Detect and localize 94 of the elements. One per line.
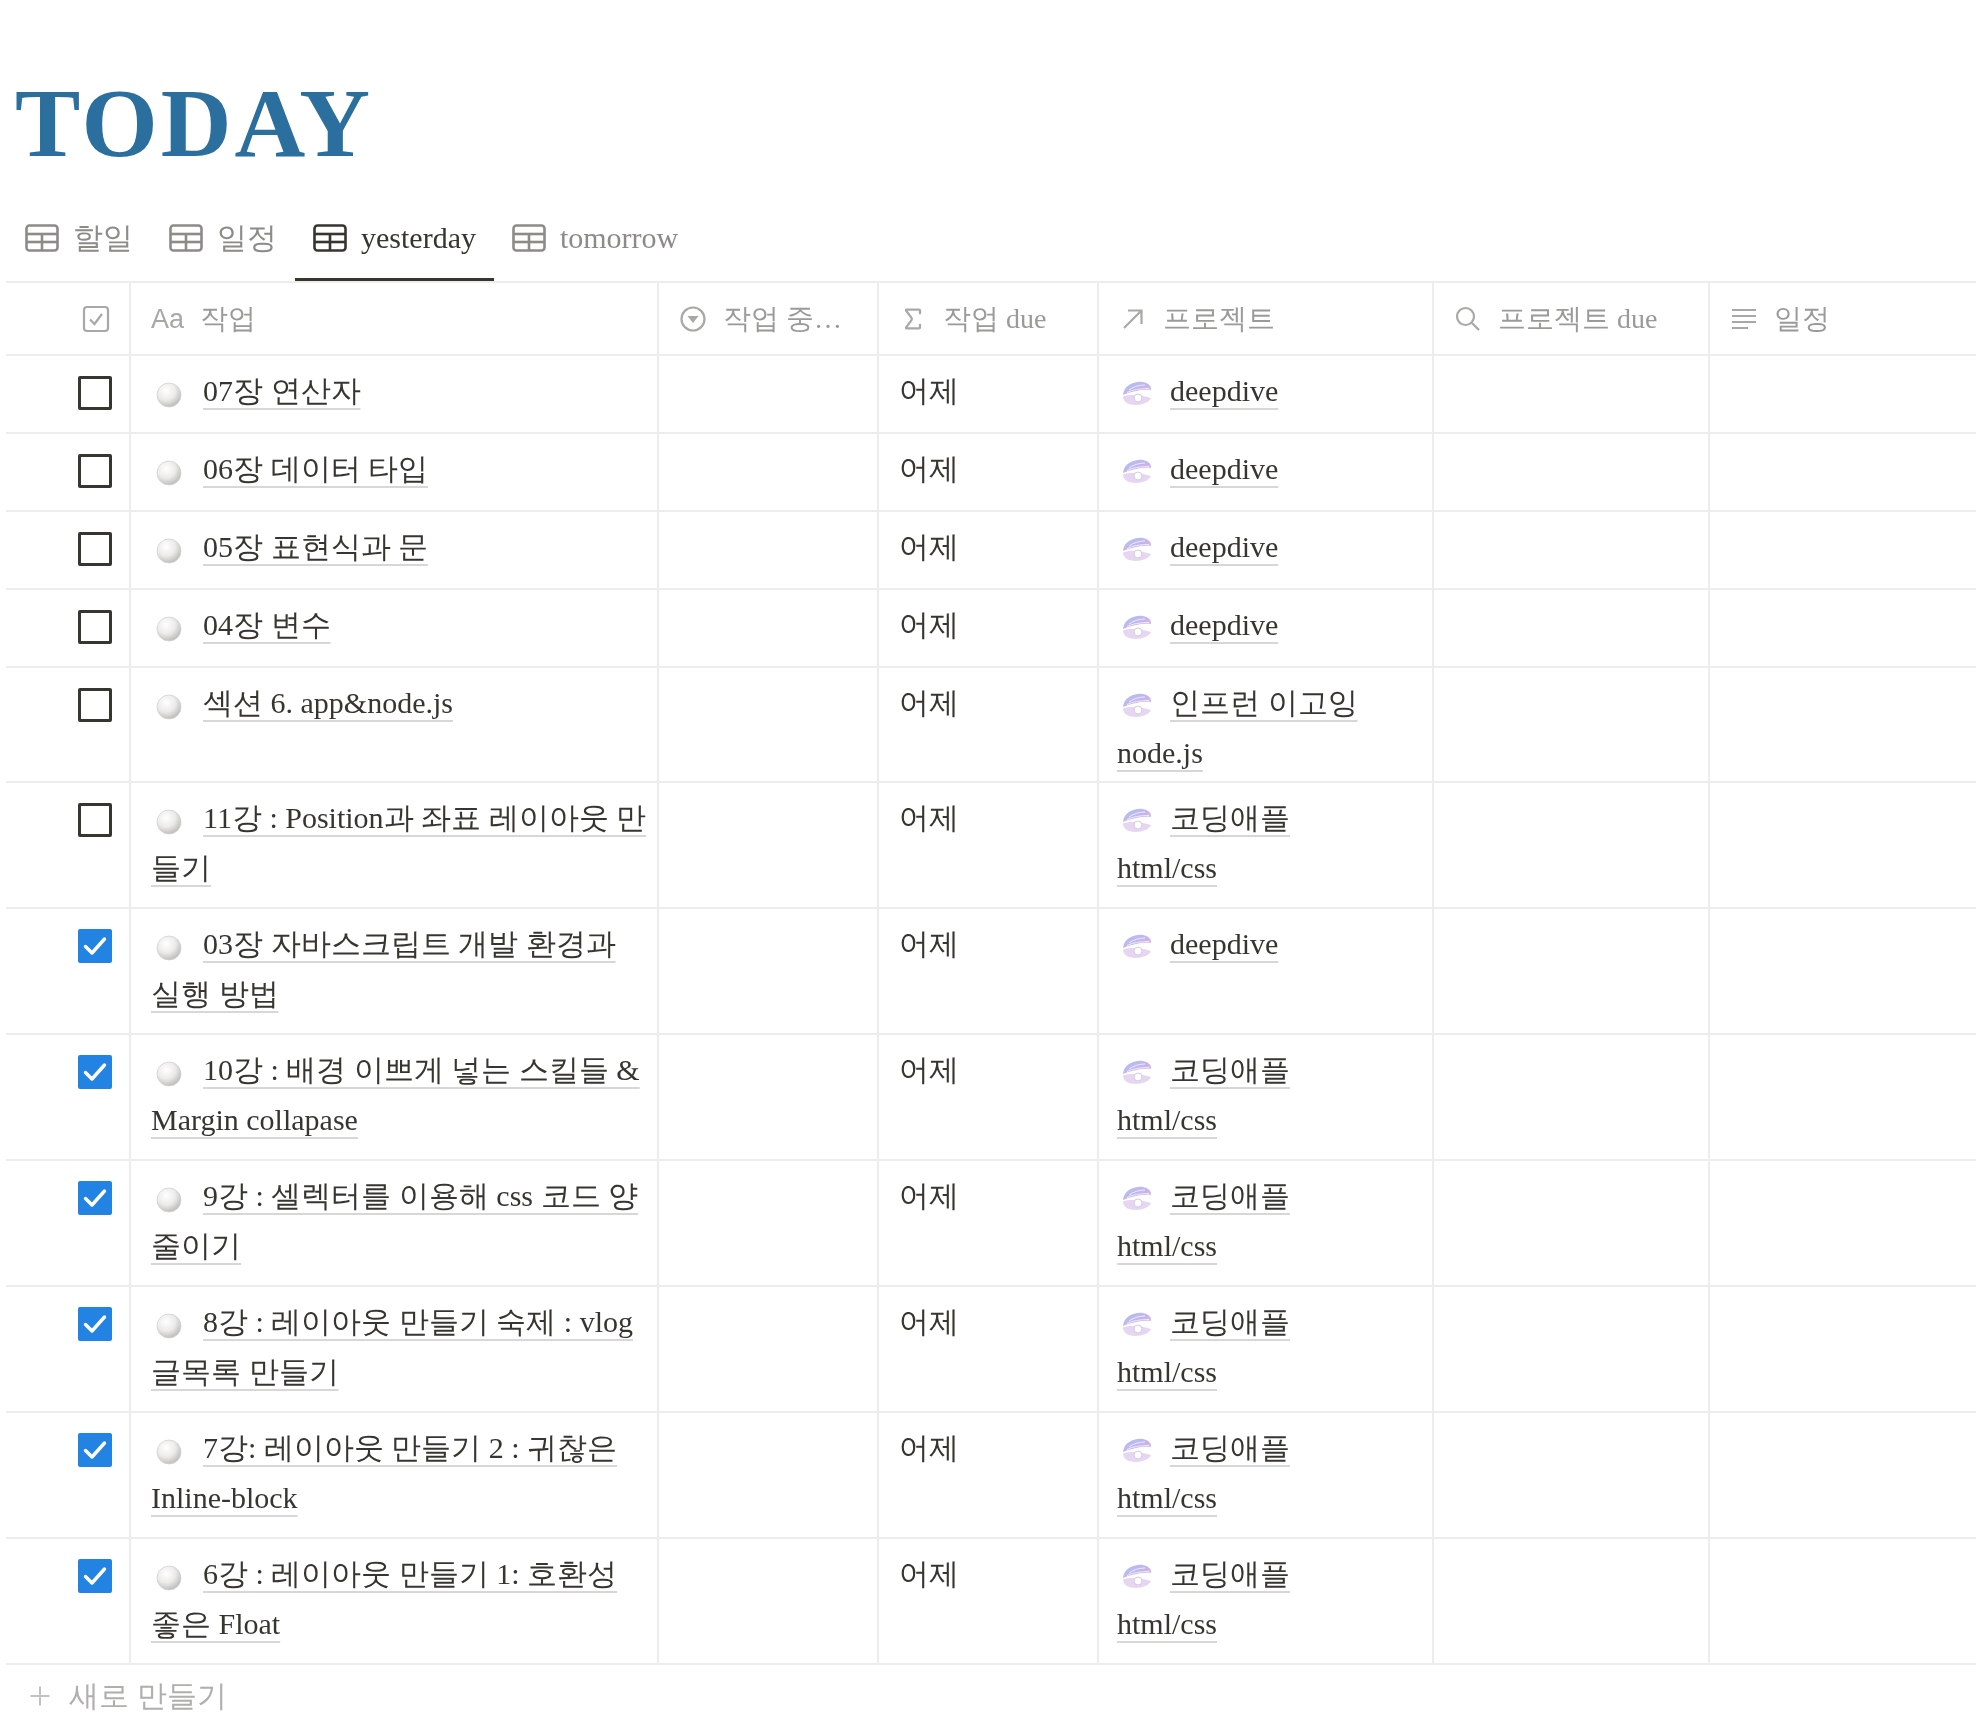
pearl-icon [156,694,182,720]
task-link[interactable]: 9강 : 셀렉터를 이용해 css 코드 양 줄이기 [151,1171,647,1271]
table-icon [313,224,347,252]
dropdown-circle-icon [679,304,707,333]
table-icon [25,224,59,252]
task-link[interactable]: 7강: 레이아웃 만들기 2 : 귀찮은 Inline-block [151,1423,647,1523]
due-text: 어제 [899,1557,959,1590]
shell-icon [1121,1310,1153,1338]
type-glyph: Aa [151,302,185,336]
shell-icon [1121,691,1153,719]
column-label: 프로젝트 [1163,301,1275,336]
view-tab[interactable]: yesterday [295,204,494,281]
pearl-icon [156,1061,182,1087]
checkbox[interactable] [78,610,112,644]
task-link[interactable]: 03장 자바스크립트 개발 환경과 실행 방법 [151,919,647,1019]
checkbox[interactable] [78,929,112,963]
pearl-icon [156,1439,182,1465]
task-link[interactable]: 07장 연산자 [151,366,647,416]
pearl-icon [156,1313,182,1339]
checkmark-icon [83,1314,107,1334]
task-link[interactable]: 05장 표현식과 문 [151,522,647,572]
shell-icon [1121,1058,1153,1086]
project-link[interactable]: deepdive [1117,522,1392,572]
project-link[interactable]: 코딩애플 html/css [1117,793,1392,893]
shell-icon [1121,932,1153,960]
shell-icon [1121,1436,1153,1464]
page-title: TODAY [15,68,375,179]
due-text: 어제 [899,1431,959,1464]
pearl-icon [156,1565,182,1591]
due-text: 어제 [899,1179,959,1212]
due-text: 어제 [899,452,959,485]
due-text: 어제 [899,374,959,407]
pearl-icon [156,538,182,564]
task-link[interactable]: 11강 : Position과 좌표 레이아웃 만들기 [151,793,647,893]
checkbox[interactable] [78,803,112,837]
pearl-icon [156,382,182,408]
checkbox[interactable] [78,532,112,566]
due-text: 어제 [899,1305,959,1338]
checkbox[interactable] [78,1181,112,1215]
shell-icon [1121,379,1153,407]
checkmark-icon [83,1566,107,1586]
checkbox[interactable] [78,454,112,488]
project-link[interactable]: 코딩애플 html/css [1117,1045,1392,1145]
checkbox[interactable] [78,688,112,722]
task-link[interactable]: 10강 : 배경 이쁘게 넣는 스킬들 & Margin collapase [151,1045,647,1145]
pearl-icon [156,935,182,961]
shell-icon [1121,806,1153,834]
checkmark-icon [83,936,107,956]
column-label: 작업 [200,301,257,336]
checkmark-icon [83,1062,107,1082]
task-link[interactable]: 04장 변수 [151,600,647,650]
checkbox[interactable] [78,1433,112,1467]
task-link[interactable]: 섹션 6. app&node.js [151,678,647,728]
task-link[interactable]: 6강 : 레이아웃 만들기 1: 호환성 좋은 Float [151,1549,647,1649]
shell-icon [1121,535,1153,563]
project-link[interactable]: 코딩애플 html/css [1117,1171,1392,1271]
shell-icon [1121,457,1153,485]
column-label: 작업 중… [723,301,842,336]
shell-icon [1121,613,1153,641]
due-text: 어제 [899,801,959,834]
checkbox[interactable] [78,1559,112,1593]
column-label: 작업 due [943,301,1047,336]
column-label: 일정 [1774,301,1830,336]
due-text: 어제 [899,927,959,960]
checkmark-icon [83,1188,107,1208]
shell-icon [1121,1562,1153,1590]
project-link[interactable]: 인프런 이고잉 node.js [1117,678,1392,778]
checkbox[interactable] [78,376,112,410]
project-link[interactable]: deepdive [1117,919,1392,969]
checkbox-icon [82,304,110,333]
project-link[interactable]: deepdive [1117,444,1392,494]
shell-icon [1121,1184,1153,1212]
pearl-icon [156,809,182,835]
task-link[interactable]: 8강 : 레이아웃 만들기 숙제 : vlog 글목록 만들기 [151,1297,647,1397]
project-link[interactable]: deepdive [1117,366,1392,416]
pearl-icon [156,460,182,486]
column-label: 프로젝트 due [1498,301,1658,336]
pearl-icon [156,616,182,642]
project-link[interactable]: deepdive [1117,600,1392,650]
due-text: 어제 [899,608,959,641]
project-link[interactable]: 코딩애플 html/css [1117,1423,1392,1523]
due-text: 어제 [899,686,959,719]
search-icon [1454,304,1482,333]
project-link[interactable]: 코딩애플 html/css [1117,1549,1392,1649]
table-icon [511,224,546,252]
due-text: 어제 [899,1053,959,1086]
task-link[interactable]: 06장 데이터 타입 [151,444,647,494]
checkbox[interactable] [78,1307,112,1341]
pearl-icon [156,1187,182,1213]
project-link[interactable]: 코딩애플 html/css [1117,1297,1392,1397]
table-icon [169,224,203,252]
checkbox[interactable] [78,1055,112,1089]
due-text: 어제 [899,530,959,563]
checkmark-icon [83,1440,107,1460]
